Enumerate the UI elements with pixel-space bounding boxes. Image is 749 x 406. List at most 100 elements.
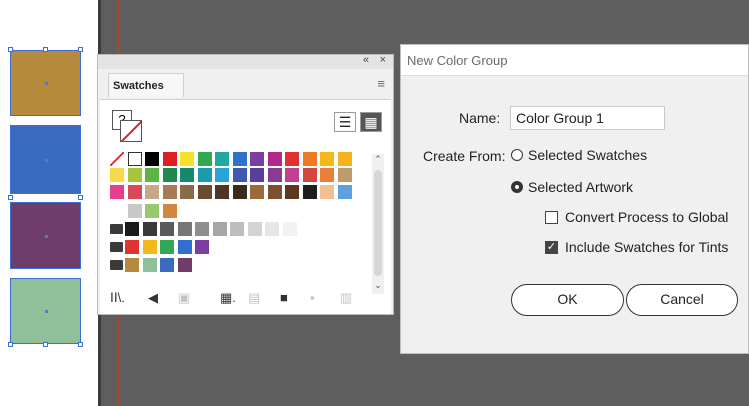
selection-handle-bottom-left[interactable]	[8, 342, 13, 347]
swatch[interactable]	[110, 204, 124, 218]
swatch[interactable]	[142, 240, 157, 254]
swatch[interactable]	[160, 222, 174, 236]
swatch[interactable]	[197, 185, 212, 199]
swatch[interactable]	[302, 152, 317, 166]
swatch-kind-icon[interactable]: ◀	[148, 290, 158, 306]
registration-swatch[interactable]	[127, 152, 142, 166]
swatch[interactable]	[195, 240, 209, 254]
swatch[interactable]	[160, 258, 174, 272]
swatch[interactable]	[267, 168, 282, 182]
radio-selected-swatches[interactable]	[511, 149, 523, 161]
swatch[interactable]	[110, 185, 124, 199]
swatch[interactable]	[285, 152, 299, 166]
swatch[interactable]	[337, 168, 352, 182]
swatch[interactable]	[232, 185, 247, 199]
swatch[interactable]	[320, 168, 334, 182]
swatch[interactable]	[177, 240, 192, 254]
swatch[interactable]	[127, 185, 142, 199]
swatch[interactable]	[127, 168, 142, 182]
selection-handle-bottom-middle[interactable]	[43, 342, 48, 347]
swatch[interactable]	[125, 258, 139, 272]
swatch[interactable]	[145, 168, 159, 182]
swatch[interactable]	[180, 168, 194, 182]
selection-handle-middle-left[interactable]	[8, 195, 13, 200]
ok-button[interactable]: OK	[511, 284, 624, 316]
panel-topbar[interactable]: « ×	[98, 54, 393, 69]
color-group-folder-icon[interactable]	[110, 224, 123, 234]
swatch[interactable]	[195, 222, 209, 236]
swatch[interactable]	[285, 168, 299, 182]
swatch[interactable]	[267, 185, 282, 199]
swatch[interactable]	[125, 240, 139, 254]
swatch[interactable]	[247, 222, 262, 236]
swatch[interactable]	[162, 152, 177, 166]
scrollbar[interactable]: ⌃ ⌄	[372, 154, 384, 294]
swatch[interactable]	[160, 240, 174, 254]
tab-swatches[interactable]: Swatches	[108, 73, 184, 97]
scroll-up-icon[interactable]: ⌃	[372, 154, 384, 165]
include-tints-label[interactable]: Include Swatches for Tints	[565, 239, 728, 255]
grid-view-icon[interactable]: ▦	[360, 112, 382, 132]
selection-handle-top-left[interactable]	[8, 47, 13, 52]
swatch[interactable]	[215, 168, 229, 182]
swatch[interactable]	[142, 222, 157, 236]
swatch[interactable]	[215, 185, 229, 199]
swatch[interactable]	[127, 204, 142, 218]
option-selected-artwork-label[interactable]: Selected Artwork	[528, 179, 633, 195]
swatch[interactable]	[302, 168, 317, 182]
edit-group-icon[interactable]: ▤	[248, 290, 260, 306]
selection-handle-top-middle[interactable]	[43, 47, 48, 52]
swatch[interactable]	[230, 222, 244, 236]
swatch[interactable]	[197, 168, 212, 182]
swatch[interactable]	[267, 152, 282, 166]
artwork-square-blue[interactable]	[10, 125, 81, 194]
swatch[interactable]	[250, 168, 264, 182]
swatch[interactable]	[162, 168, 177, 182]
dialog-titlebar[interactable]: New Color Group	[401, 45, 748, 76]
swatch[interactable]	[337, 185, 352, 199]
option-selected-swatches-label[interactable]: Selected Swatches	[528, 147, 647, 163]
none-swatch[interactable]	[110, 152, 124, 166]
cancel-button[interactable]: Cancel	[626, 284, 738, 316]
swatch[interactable]	[250, 152, 264, 166]
swatch-options-icon[interactable]: ▣	[178, 290, 190, 306]
swatch[interactable]	[215, 152, 229, 166]
swatch[interactable]	[265, 222, 279, 236]
swatch[interactable]	[145, 152, 159, 166]
fill-stroke-icon[interactable]: ?	[112, 110, 142, 142]
swatch[interactable]	[177, 258, 192, 272]
convert-process-label[interactable]: Convert Process to Global	[565, 209, 728, 225]
collapse-icon[interactable]: «	[363, 54, 369, 66]
artwork-square-green[interactable]	[10, 278, 81, 344]
artwork-square-gold[interactable]	[10, 50, 81, 116]
radio-selected-artwork[interactable]	[511, 181, 523, 193]
swatch[interactable]	[125, 222, 139, 236]
list-view-icon[interactable]: ☰	[334, 112, 356, 132]
swatch[interactable]	[232, 152, 247, 166]
selection-handle-bottom-right[interactable]	[78, 342, 83, 347]
convert-process-checkbox[interactable]	[545, 211, 558, 224]
swatch[interactable]	[320, 152, 334, 166]
swatch[interactable]	[145, 185, 159, 199]
panel-menu-icon[interactable]: ≡	[377, 76, 385, 91]
swatch[interactable]	[162, 204, 177, 218]
artwork-square-purple[interactable]	[10, 202, 81, 269]
swatch[interactable]	[320, 185, 334, 199]
color-group-icon[interactable]: ▦.	[220, 290, 236, 306]
swatch[interactable]	[177, 222, 192, 236]
scroll-thumb[interactable]	[374, 170, 382, 276]
swatch[interactable]	[142, 258, 157, 272]
selection-handle-middle-right[interactable]	[78, 195, 83, 200]
swatch[interactable]	[337, 152, 352, 166]
swatch[interactable]	[162, 185, 177, 199]
swatch[interactable]	[250, 185, 264, 199]
swatch[interactable]	[282, 222, 297, 236]
swatch[interactable]	[180, 152, 194, 166]
swatch[interactable]	[212, 222, 227, 236]
swatch[interactable]	[180, 185, 194, 199]
close-icon[interactable]: ×	[380, 54, 386, 66]
swatch[interactable]	[302, 185, 317, 199]
new-swatch-icon[interactable]: ▪	[310, 290, 315, 305]
include-tints-checkbox[interactable]: ✓	[545, 241, 558, 254]
delete-icon[interactable]: ▥	[340, 290, 352, 306]
